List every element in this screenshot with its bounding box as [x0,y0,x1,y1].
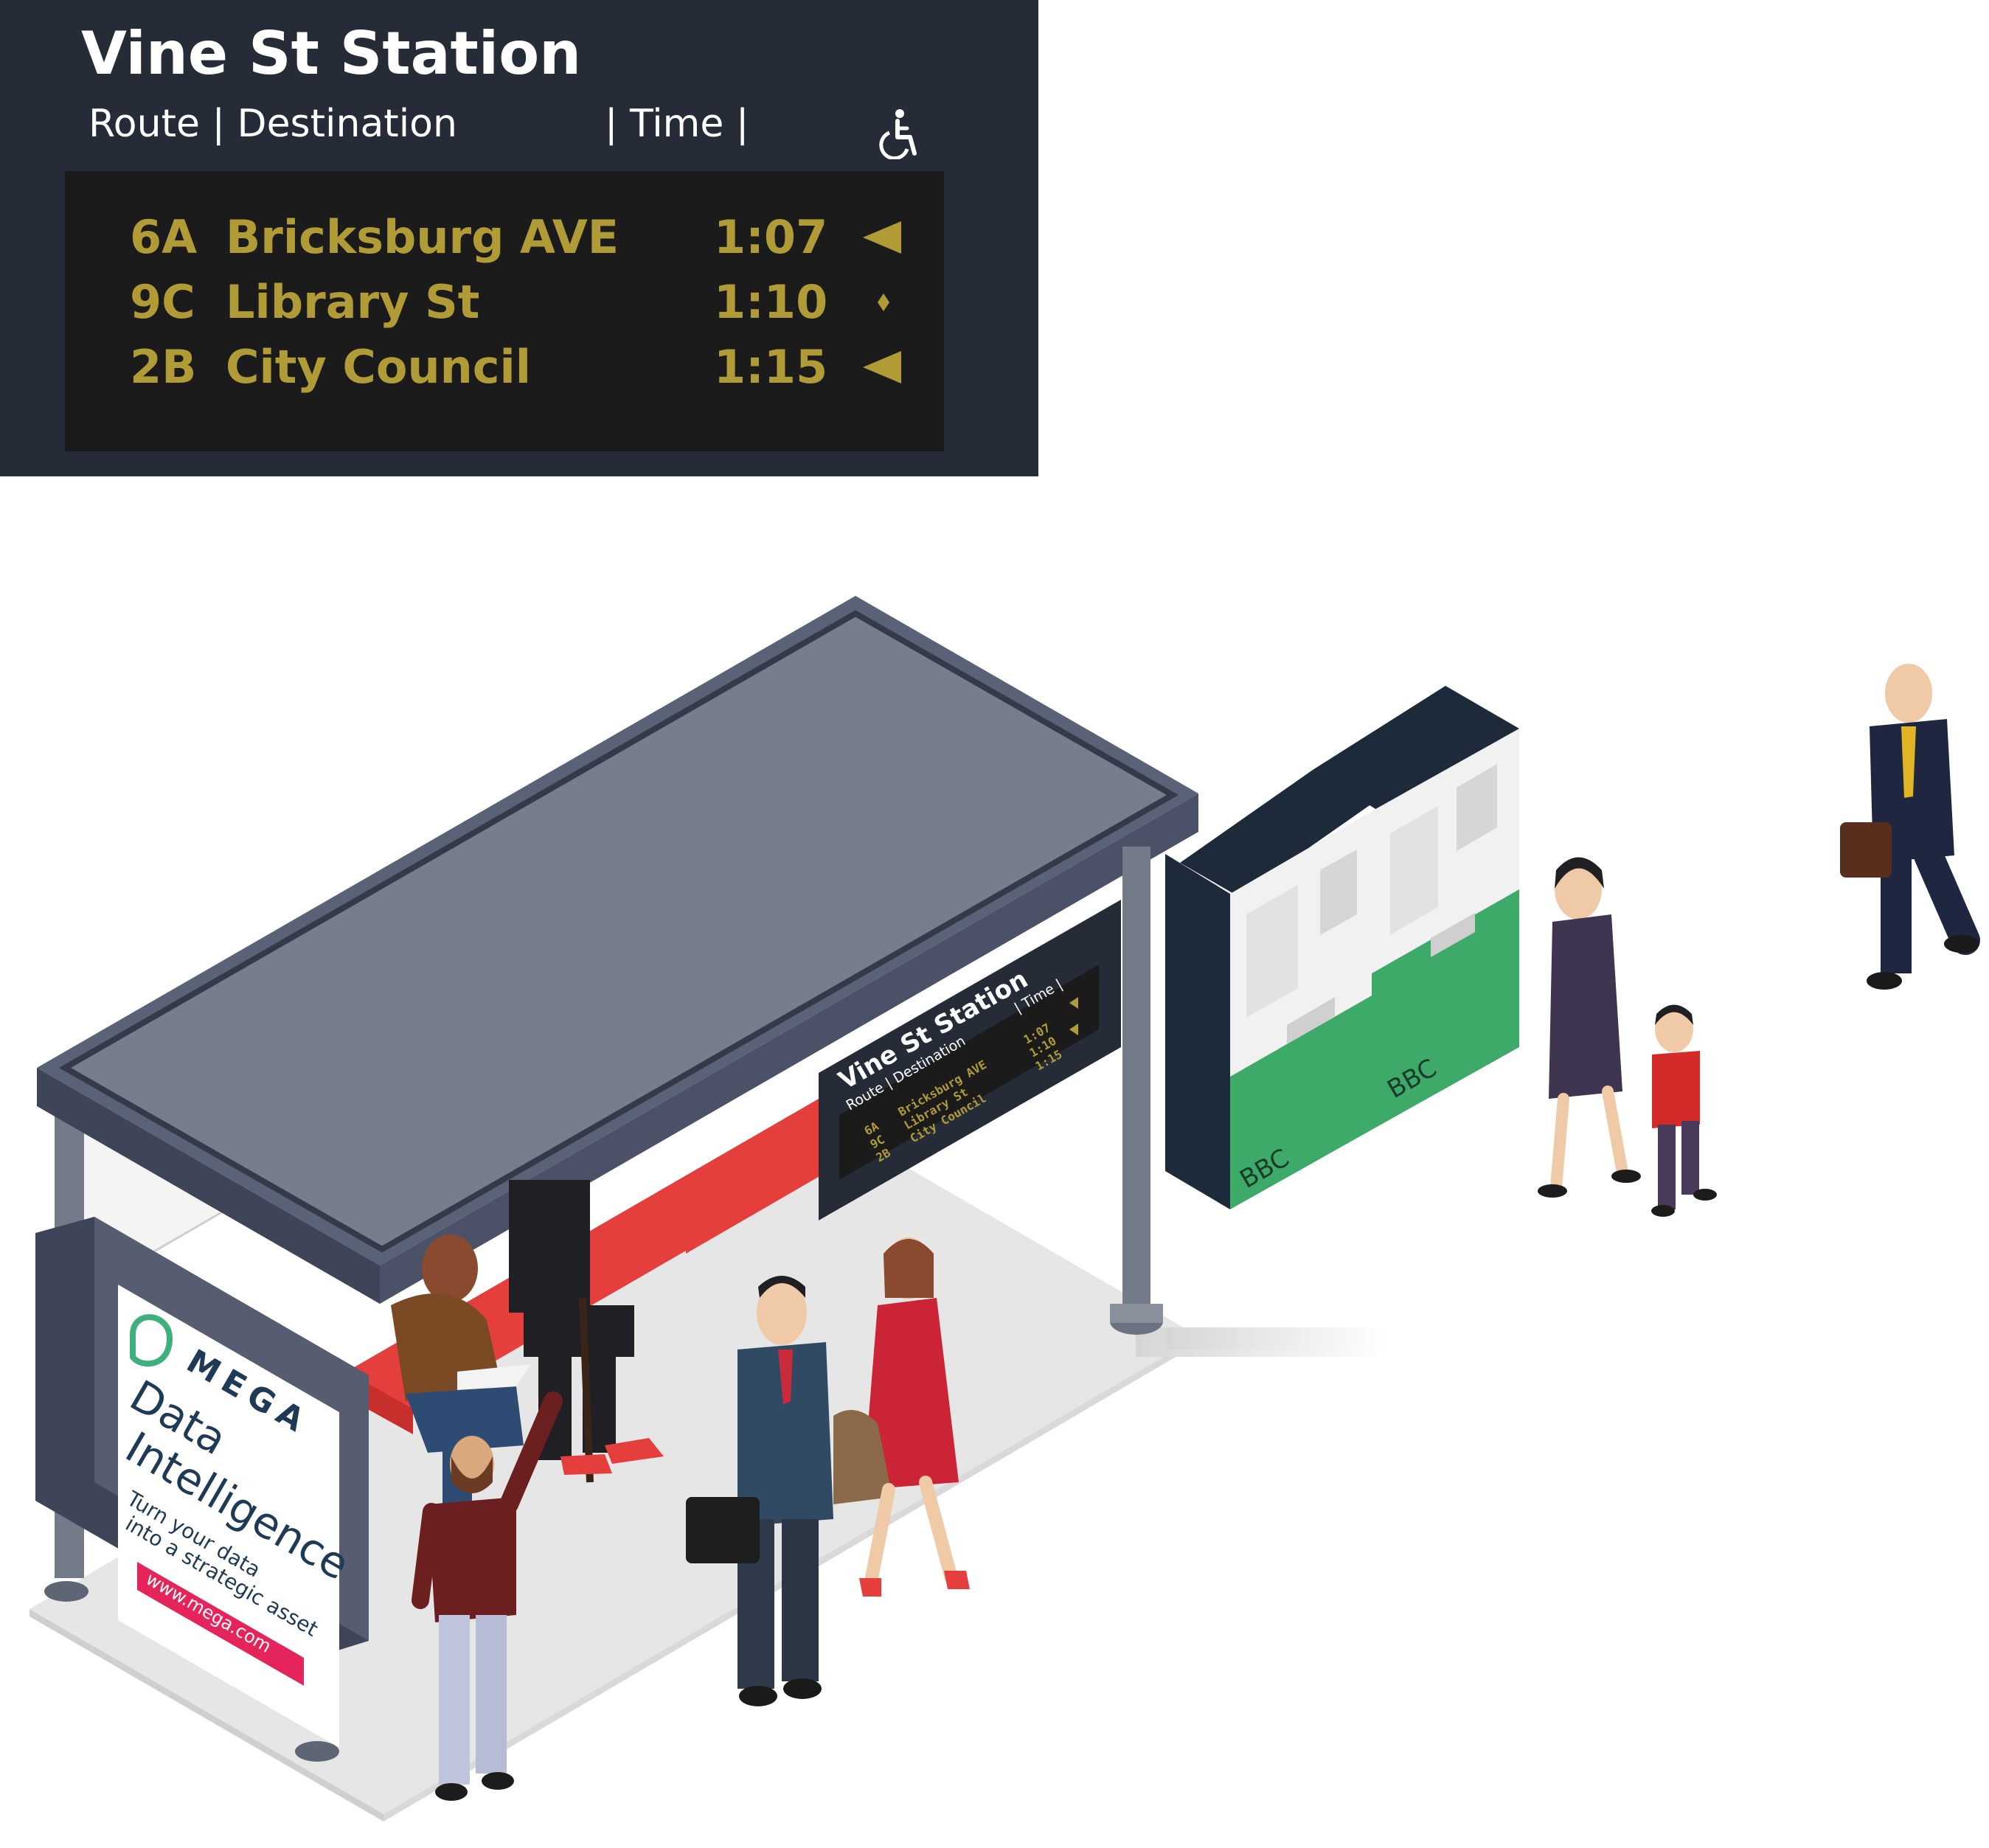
walking-woman [1538,857,1641,1198]
walking-child [1651,1004,1717,1217]
bus-stop-illustration: Vine St Station Route | Destination | Ti… [29,596,1980,1821]
walking-businessman [1840,664,1980,990]
ticket-kiosks: BBC BBC [1165,686,1519,1209]
shelter-roof [37,596,1198,1304]
